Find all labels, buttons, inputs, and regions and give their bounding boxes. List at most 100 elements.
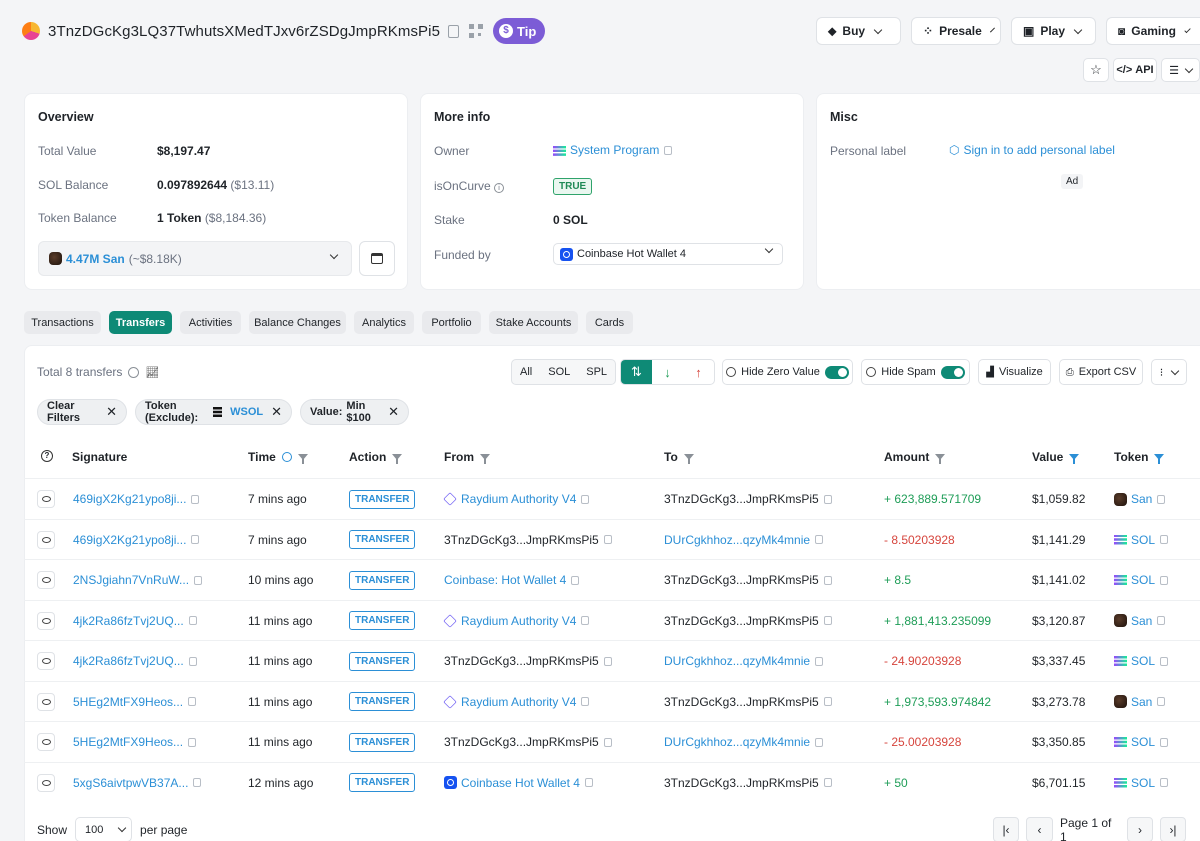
copy-icon[interactable]	[1157, 494, 1166, 504]
filter-icon[interactable]	[297, 454, 308, 464]
favorite-button[interactable]: ☆	[1083, 58, 1109, 82]
copy-icon[interactable]	[603, 535, 612, 544]
token-link[interactable]: San	[1131, 492, 1152, 506]
funded-by-select[interactable]: Coinbase Hot Wallet 4	[553, 243, 783, 265]
copy-icon[interactable]	[823, 778, 832, 787]
more-options-button[interactable]: ⁝	[1151, 359, 1187, 385]
token-link[interactable]: SOL	[1131, 654, 1155, 668]
from-address[interactable]: 3TnzDGcKg3...JmpRKmsPi5	[444, 735, 599, 749]
token-link[interactable]: SOL	[1131, 533, 1155, 547]
token-link[interactable]: SOL	[1131, 573, 1155, 587]
last-page-button[interactable]: ›|	[1160, 817, 1186, 841]
from-address[interactable]: Raydium Authority V4	[461, 695, 576, 709]
both-directions-icon[interactable]: ⇅	[621, 360, 652, 384]
chart-icon[interactable]: 📈︎	[145, 366, 159, 379]
eye-icon[interactable]	[37, 530, 55, 549]
help-icon[interactable]: ?	[41, 450, 53, 462]
signature-link[interactable]: 5xgS6aivtpwVB37A...	[73, 776, 188, 790]
signature-link[interactable]: 4jk2Ra86fzTvj2UQ...	[73, 654, 184, 668]
token-link[interactable]: SOL	[1131, 735, 1155, 749]
copy-icon[interactable]	[193, 778, 202, 787]
tip-button[interactable]: $ Tip	[493, 18, 546, 44]
toggle-switch[interactable]	[940, 365, 965, 379]
from-address[interactable]: 3TnzDGcKg3...JmpRKmsPi5	[444, 533, 599, 547]
toggle-switch[interactable]	[824, 365, 849, 379]
copy-icon[interactable]	[581, 697, 590, 706]
copy-icon[interactable]	[1160, 737, 1169, 747]
gaming-button[interactable]: ◙ Gaming	[1106, 17, 1200, 45]
to-address[interactable]: 3TnzDGcKg3...JmpRKmsPi5	[664, 573, 819, 587]
signature-link[interactable]: 2NSJgiahn7VnRuW...	[73, 573, 189, 587]
page-size-select[interactable]: 100	[75, 817, 133, 841]
token-link[interactable]: SOL	[1131, 776, 1155, 790]
copy-icon[interactable]	[603, 737, 612, 747]
api-button[interactable]: </> API	[1113, 58, 1157, 82]
copy-icon[interactable]	[581, 494, 590, 504]
copy-icon[interactable]	[581, 616, 590, 625]
tab-transactions[interactable]: Transactions	[24, 311, 101, 334]
copy-icon[interactable]	[603, 656, 612, 666]
copy-icon[interactable]	[815, 535, 824, 544]
tab-portfolio[interactable]: Portfolio	[422, 311, 481, 334]
copy-icon[interactable]	[823, 616, 832, 625]
tab-cards[interactable]: Cards	[586, 311, 633, 334]
copy-icon[interactable]	[664, 146, 673, 156]
to-address[interactable]: DUrCgkhhoz...qzyMk4mnie	[664, 654, 810, 668]
copy-icon[interactable]	[815, 656, 824, 666]
tab-analytics[interactable]: Analytics	[354, 311, 414, 334]
token-link[interactable]: San	[1131, 614, 1152, 628]
copy-icon[interactable]	[188, 697, 197, 706]
eye-icon[interactable]	[37, 571, 55, 589]
value-min-chip[interactable]: Value: Min $100 ✕	[300, 399, 409, 425]
copy-icon[interactable]	[1157, 697, 1166, 706]
token-link[interactable]: San	[1131, 695, 1152, 709]
close-icon[interactable]: ✕	[271, 404, 282, 420]
info-icon[interactable]	[128, 366, 140, 378]
copy-icon[interactable]	[194, 575, 203, 585]
arrow-down-icon[interactable]: ↓	[652, 360, 683, 384]
eye-icon[interactable]	[37, 692, 55, 711]
copy-icon[interactable]	[823, 697, 832, 706]
next-page-button[interactable]: ›	[1127, 817, 1153, 841]
from-address[interactable]: Coinbase Hot Wallet 4	[461, 776, 580, 790]
to-address[interactable]: 3TnzDGcKg3...JmpRKmsPi5	[664, 695, 819, 709]
copy-icon[interactable]	[584, 778, 593, 787]
eye-icon[interactable]	[37, 733, 55, 751]
copy-icon[interactable]	[191, 494, 200, 504]
to-address[interactable]: 3TnzDGcKg3...JmpRKmsPi5	[664, 614, 819, 628]
filter-icon[interactable]	[683, 454, 694, 464]
clear-filters-chip[interactable]: Clear Filters ✕	[37, 399, 127, 425]
from-address[interactable]: Raydium Authority V4	[461, 614, 576, 628]
eye-icon[interactable]	[37, 490, 55, 508]
clock-icon[interactable]	[281, 452, 292, 462]
copy-icon[interactable]	[448, 24, 460, 38]
qr-code-icon[interactable]	[469, 24, 484, 38]
from-address[interactable]: Raydium Authority V4	[461, 492, 576, 506]
eye-icon[interactable]	[37, 773, 55, 792]
close-icon[interactable]: ✕	[106, 404, 117, 420]
tab-balance-changes[interactable]: Balance Changes	[249, 311, 346, 334]
tab-transfers[interactable]: Transfers	[109, 311, 172, 334]
tab-activities[interactable]: Activities	[180, 311, 241, 334]
presale-button[interactable]: ⁘ Presale	[911, 17, 1001, 45]
copy-icon[interactable]	[1160, 778, 1169, 787]
filter-icon[interactable]	[1069, 454, 1080, 464]
buy-button[interactable]: ⬥ Buy	[816, 17, 901, 45]
to-address[interactable]: 3TnzDGcKg3...JmpRKmsPi5	[664, 492, 819, 506]
arrow-up-icon[interactable]: ↑	[683, 360, 714, 384]
filter-all-button[interactable]: All	[512, 366, 540, 378]
from-address[interactable]: Coinbase: Hot Wallet 4	[444, 573, 566, 587]
close-icon[interactable]: ✕	[388, 404, 399, 420]
copy-icon[interactable]	[1160, 535, 1169, 544]
copy-icon[interactable]	[1160, 656, 1169, 666]
copy-icon[interactable]	[188, 737, 197, 747]
to-address[interactable]: 3TnzDGcKg3...JmpRKmsPi5	[664, 776, 819, 790]
signature-link[interactable]: 469igX2Kg21ypo8ji...	[73, 533, 186, 547]
token-holdings-select[interactable]: 4.47M San (~$8.18K)	[38, 241, 352, 276]
tab-stake-accounts[interactable]: Stake Accounts	[489, 311, 578, 334]
export-csv-button[interactable]: ⎙ Export CSV	[1059, 359, 1143, 385]
hide-zero-value-toggle[interactable]: Hide Zero Value	[722, 359, 853, 385]
info-icon[interactable]: i	[494, 183, 505, 193]
copy-icon[interactable]	[188, 656, 197, 666]
sign-in-link[interactable]: ⬡ Sign in to add personal label	[949, 143, 1115, 157]
